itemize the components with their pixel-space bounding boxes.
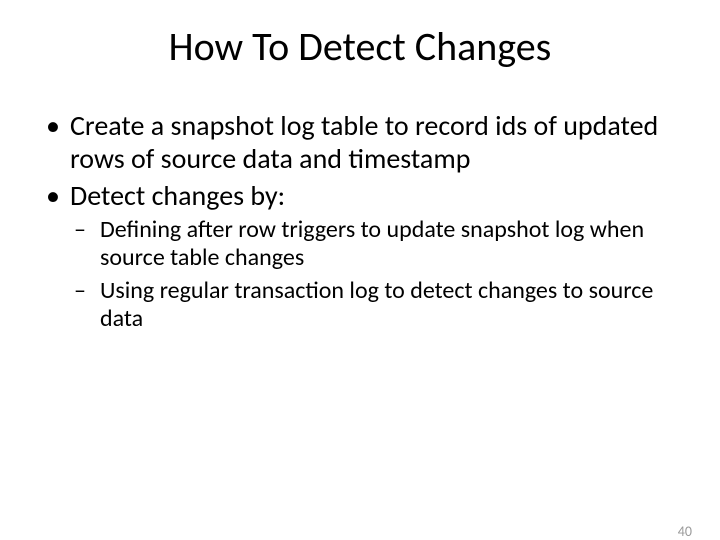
bullet-text: Detect changes by: xyxy=(70,178,285,213)
list-item: Defining after row triggers to update sn… xyxy=(70,216,680,273)
sub-bullet-text: Using regular transaction log to detect … xyxy=(100,276,653,333)
list-item: Detect changes by: Defining after row tr… xyxy=(40,179,680,333)
list-item: Using regular transaction log to detect … xyxy=(70,277,680,334)
bullet-list: Create a snapshot log table to record id… xyxy=(40,109,680,333)
slide: How To Detect Changes Create a snapshot … xyxy=(0,22,720,540)
page-number: 40 xyxy=(678,523,692,540)
bullet-text: Create a snapshot log table to record id… xyxy=(70,108,658,176)
list-item: Create a snapshot log table to record id… xyxy=(40,109,680,175)
slide-title: How To Detect Changes xyxy=(0,22,720,71)
sub-bullet-list: Defining after row triggers to update sn… xyxy=(70,216,680,333)
sub-bullet-text: Defining after row triggers to update sn… xyxy=(100,215,644,272)
